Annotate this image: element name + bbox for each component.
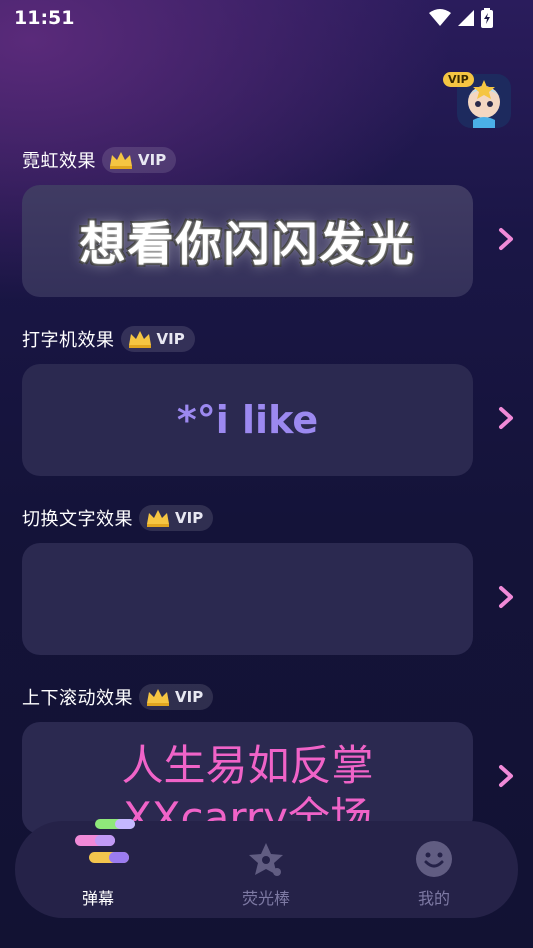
typewriter-effect-card[interactable]: *°i like	[22, 364, 473, 476]
section-neon: 霓虹效果 VIP 想看你闪闪发光	[22, 145, 533, 297]
vip-badge: VIP	[120, 326, 195, 352]
section-header: 打字机效果 VIP	[22, 324, 533, 354]
avatar-vip-tag: VIP	[443, 72, 474, 87]
glowstick-icon	[249, 843, 283, 876]
chevron-right-icon[interactable]	[496, 227, 516, 251]
status-bar: 11:51	[0, 0, 533, 36]
typewriter-preview-text: *°i like	[176, 398, 319, 442]
crown-icon	[147, 689, 169, 706]
section-header: 上下滚动效果 VIP	[22, 682, 533, 712]
tab-label: 荧光棒	[241, 889, 290, 908]
section-title: 打字机效果	[22, 330, 115, 351]
tab-label: 弹幕	[81, 889, 114, 908]
tab-danmaku[interactable]: 弹幕	[23, 819, 173, 918]
status-time: 11:51	[14, 7, 75, 29]
section-header: 切换文字效果 VIP	[22, 503, 533, 533]
neon-effect-card[interactable]: 想看你闪闪发光	[22, 185, 473, 297]
section-typewriter: 打字机效果 VIP *°i like	[22, 324, 533, 476]
section-title: 上下滚动效果	[22, 688, 133, 709]
neon-preview-text: 想看你闪闪发光	[79, 217, 416, 271]
crown-icon	[147, 510, 169, 527]
user-avatar[interactable]: VIP	[443, 72, 513, 130]
tab-glowstick[interactable]: 荧光棒	[191, 821, 341, 918]
crown-icon	[110, 152, 132, 169]
signal-icon	[458, 10, 474, 26]
vip-badge: VIP	[139, 684, 214, 710]
battery-icon	[481, 8, 493, 28]
section-title: 霓虹效果	[22, 151, 96, 172]
section-header: 霓虹效果 VIP	[22, 145, 533, 175]
tab-mine[interactable]: 我的	[359, 821, 509, 918]
switch-text-effect-card[interactable]	[22, 543, 473, 655]
vip-badge: VIP	[102, 147, 177, 173]
status-icons	[429, 8, 493, 28]
danmaku-icon	[75, 819, 135, 863]
chevron-right-icon[interactable]	[496, 585, 516, 609]
crown-icon	[128, 331, 151, 348]
chevron-right-icon[interactable]	[496, 764, 516, 788]
chevron-right-icon[interactable]	[496, 406, 516, 430]
tab-label: 我的	[417, 889, 450, 908]
vip-badge: VIP	[139, 505, 214, 531]
section-scroll: 上下滚动效果 VIP 人生易如反掌 XXcarry全场	[22, 682, 533, 834]
smiley-face-icon	[416, 841, 452, 877]
section-switch-text: 切换文字效果 VIP	[22, 503, 533, 655]
wifi-icon	[429, 9, 451, 26]
section-title: 切换文字效果	[22, 509, 133, 530]
bottom-tab-bar: 弹幕 荧光棒 我的	[15, 819, 518, 918]
